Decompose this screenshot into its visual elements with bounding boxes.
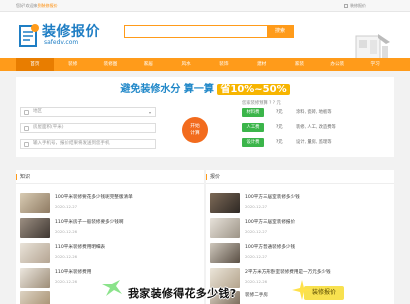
quote-calculator: 避免装修水分 算一算 省10%~50% 地区 ▾ 房屋面积(平米) 输入手机号，… bbox=[16, 77, 394, 157]
item-title: 110平米装修费用明细表 bbox=[55, 245, 106, 250]
header: 装修报价 safedv.com 搜索 bbox=[0, 12, 410, 63]
nav-item-decoration[interactable]: 装修 bbox=[54, 58, 92, 71]
search-button[interactable]: 搜索 bbox=[267, 26, 293, 37]
phone-icon bbox=[24, 142, 29, 147]
region-select[interactable]: 地区 ▾ bbox=[20, 107, 156, 117]
phone-placeholder: 输入手机号，报价结果将发送到您手机 bbox=[33, 141, 110, 146]
panel-header: 知识 bbox=[16, 170, 204, 184]
item-title: 100平米装修要花多少钱呢完整版清单 bbox=[55, 195, 133, 200]
welcome-text: 您好!欢迎来到装修报价 bbox=[16, 0, 58, 12]
item-title: 110平米房子一般装修要多少钱啊 bbox=[55, 220, 124, 225]
item-title: 2平方米方形卧室装修费用是一万元多少钱 bbox=[245, 270, 331, 275]
sparkle-icon bbox=[292, 280, 312, 300]
nav-item-home-decor[interactable]: 家装 bbox=[281, 58, 319, 71]
item-date: 2020-12-26 bbox=[55, 279, 78, 284]
site-link[interactable]: 装修报价 bbox=[344, 0, 366, 12]
item-title: 100平方普通装修多少钱 bbox=[245, 245, 296, 250]
thumbnail bbox=[20, 218, 50, 238]
list-item[interactable]: 110平米装修费用明细表 2020-12-26 bbox=[20, 242, 200, 264]
list-item[interactable]: 100平方三居室装修报价 2020-12-27 bbox=[210, 217, 390, 239]
thumbnail bbox=[210, 218, 240, 238]
nav-item-office[interactable]: 办公装 bbox=[318, 58, 356, 71]
result-desc: 涂料, 瓷砖, 地板等 bbox=[296, 110, 332, 115]
location-icon bbox=[24, 110, 29, 115]
nav-item-furnishing[interactable]: 装饰 bbox=[205, 58, 243, 71]
item-title: 100平方三居室装修多少钱 bbox=[245, 195, 300, 200]
nav-item-gallery[interactable]: 装修图 bbox=[92, 58, 130, 71]
home-icon bbox=[344, 4, 348, 8]
chevron-down-icon: ▾ bbox=[148, 110, 151, 115]
search-box: 搜索 bbox=[124, 25, 294, 46]
nav-item-materials[interactable]: 建材 bbox=[243, 58, 281, 71]
area-placeholder: 房屋面积(平米) bbox=[33, 125, 64, 130]
nav-item-home[interactable]: 首页 bbox=[16, 58, 54, 71]
nav-item-home-living[interactable]: 家居 bbox=[129, 58, 167, 71]
logo-title: 装修报价 bbox=[42, 24, 100, 40]
result-row: 材料费 ?元 涂料, 瓷砖, 地板等 bbox=[242, 108, 392, 120]
item-date: 2020-12-26 bbox=[55, 254, 78, 259]
thumbnail bbox=[20, 193, 50, 213]
result-desc: 设计, 量房, 监理等 bbox=[296, 140, 332, 145]
site-link-label: 装修报价 bbox=[350, 3, 366, 8]
item-date: 2020-12-27 bbox=[245, 204, 268, 209]
result-tag: 人工费 bbox=[242, 123, 264, 132]
list-item[interactable]: 100平米装修要花多少钱呢完整版清单 2020-12-27 bbox=[20, 192, 200, 214]
result-tag: 设计费 bbox=[242, 138, 264, 147]
main-nav: 首页 装修 装修图 家居 风水 装饰 建材 家装 办公装 学习 bbox=[0, 58, 410, 71]
item-date: 2020-12-27 bbox=[55, 204, 78, 209]
thumbnail bbox=[210, 193, 240, 213]
result-header: 您家装修预算 ? ? 元 bbox=[242, 101, 281, 106]
search-input[interactable] bbox=[125, 34, 270, 46]
logo-subtitle: safedv.com bbox=[44, 39, 79, 46]
calculate-button-line2: 计算 bbox=[190, 131, 200, 136]
phone-input[interactable]: 输入手机号，报价结果将发送到您手机 bbox=[20, 139, 156, 149]
calculate-button[interactable]: 开始 计算 bbox=[182, 117, 208, 143]
list-item[interactable]: 110平米房子一般装修要多少钱啊 2020-12-26 bbox=[20, 217, 200, 239]
item-date: 2020-12-26 bbox=[55, 229, 78, 234]
quote-title: 避免装修水分 算一算 省10%~50% bbox=[16, 80, 394, 95]
item-date: 2020-12-27 bbox=[245, 229, 268, 234]
result-amount: ?元 bbox=[276, 110, 283, 115]
item-title: 110平米装修费用 bbox=[55, 270, 92, 275]
sparkle-icon bbox=[102, 280, 122, 296]
item-date: 2020-12-27 bbox=[245, 254, 268, 259]
result-tag: 材料费 bbox=[242, 108, 264, 117]
result-desc: 装修, 人工, 改造费等 bbox=[296, 125, 336, 130]
video-caption: 我家装修得花多少钱? bbox=[128, 287, 237, 300]
panel-header: 报价 bbox=[206, 170, 394, 184]
thumbnail bbox=[20, 268, 50, 288]
result-row: 设计费 ?元 设计, 量房, 监理等 bbox=[242, 138, 392, 150]
item-date: 2020-12-26 bbox=[245, 279, 268, 284]
list-item[interactable]: 100平方普通装修多少钱 2020-12-27 bbox=[210, 242, 390, 264]
thumbnail bbox=[20, 291, 50, 304]
welcome-prefix: 您好!欢迎来 bbox=[16, 3, 38, 8]
quote-title-prefix: 避免装修水分 算一算 bbox=[120, 84, 214, 95]
quote-form: 地区 ▾ 房屋面积(平米) 输入手机号，报价结果将发送到您手机 bbox=[20, 103, 156, 155]
welcome-link[interactable]: 到装修报价 bbox=[38, 3, 58, 8]
logo[interactable]: 装修报价 safedv.com bbox=[18, 20, 138, 54]
result-amount: ?元 bbox=[276, 140, 283, 145]
nav-item-fengshui[interactable]: 风水 bbox=[167, 58, 205, 71]
thumbnail bbox=[210, 243, 240, 263]
calculate-button-line1: 开始 bbox=[190, 124, 200, 129]
house-icon bbox=[24, 126, 29, 131]
area-input[interactable]: 房屋面积(平米) bbox=[20, 123, 156, 133]
page: 您好!欢迎来到装修报价 装修报价 装修报价 safedv.com 搜索 首页 装… bbox=[0, 0, 410, 304]
logo-mark-icon bbox=[19, 24, 39, 47]
thumbnail bbox=[20, 243, 50, 263]
item-title: 100平方三居室装修报价 bbox=[245, 220, 296, 225]
region-placeholder: 地区 bbox=[33, 109, 42, 114]
list-item[interactable]: 100平方三居室装修多少钱 2020-12-27 bbox=[210, 192, 390, 214]
nav-item-learning[interactable]: 学习 bbox=[356, 58, 394, 71]
top-bar: 您好!欢迎来到装修报价 装修报价 bbox=[0, 0, 410, 12]
quote-title-highlight: 省10%~50% bbox=[217, 84, 290, 95]
result-row: 人工费 ?元 装修, 人工, 改造费等 bbox=[242, 123, 392, 135]
result-amount: ?元 bbox=[276, 125, 283, 130]
